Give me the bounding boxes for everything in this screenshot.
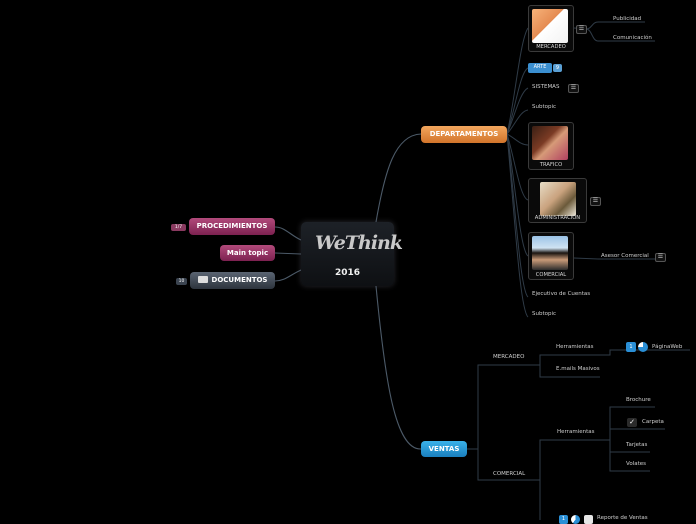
main-topic[interactable]: Main topic [220, 245, 275, 261]
documentos-badge: 10 [176, 278, 187, 285]
comercial-herramientas-label[interactable]: Herramientas [557, 429, 594, 435]
reporte-ventas-label[interactable]: Reporte de Ventas [597, 515, 648, 521]
mercadeo-caption: MERCADEO [536, 44, 566, 50]
sistemas-notes-icon[interactable]: ☰ [568, 84, 579, 93]
ejecutivo-label[interactable]: Ejecutivo de Cuentas [532, 291, 590, 297]
procedimientos-badge: 1/7 [171, 224, 186, 231]
folder-icon [197, 276, 208, 283]
administracion-caption: ADMINISTRACION [534, 215, 581, 221]
comercial-photo [532, 236, 568, 270]
pagina-web-label[interactable]: PáginaWeb [652, 344, 682, 350]
checkmark-icon: ✓ [627, 418, 637, 427]
procedimientos-topic[interactable]: PROCEDIMIENTOS [189, 218, 275, 235]
brochure-label[interactable]: Brochure [626, 397, 651, 403]
publicidad-label[interactable]: Publicidad [613, 16, 641, 22]
documentos-label: DOCUMENTOS [211, 276, 268, 284]
carpeta-label[interactable]: Carpeta [642, 419, 664, 425]
priority-1-icon: 1 [626, 342, 636, 352]
asesor-comercial-label[interactable]: Asesor Comercial [601, 253, 649, 259]
comercial-caption: COMERCIAL [535, 272, 567, 278]
volates-label[interactable]: Volates [626, 461, 646, 467]
arte-badge: 9 [553, 64, 562, 72]
trafico-caption: TRAFICO [539, 162, 563, 168]
subtopic-label-1[interactable]: Subtopic [532, 104, 556, 110]
comunicacion-label[interactable]: Comunicación [613, 35, 652, 41]
sistemas-label[interactable]: SISTEMAS [532, 84, 559, 90]
administracion-photo [540, 182, 576, 216]
progress-pie-icon [638, 342, 648, 352]
documentos-topic[interactable]: DOCUMENTOS [190, 272, 275, 289]
central-topic[interactable]: WeThink 2016 [301, 222, 403, 286]
ventas-topic[interactable]: VENTAS [421, 441, 467, 457]
ventas-comercial-label[interactable]: COMERCIAL [493, 471, 525, 477]
trafico-card[interactable]: TRAFICO [528, 122, 574, 170]
mercadeo-card[interactable]: MERCADEO [528, 5, 574, 52]
wethink-logo: WeThink [315, 232, 403, 254]
mercadeo-herramientas-label[interactable]: Herramientas [556, 344, 593, 350]
administracion-notes-icon[interactable]: ☰ [590, 197, 601, 206]
comercial-card[interactable]: COMERCIAL [528, 232, 574, 280]
administracion-card[interactable]: ADMINISTRACION [528, 178, 587, 223]
subtopic-label-2[interactable]: Subtopic [532, 311, 556, 317]
asesor-notes-icon[interactable]: ☰ [655, 253, 666, 262]
arte-topic[interactable]: ARTE [528, 63, 552, 73]
ventas-mercadeo-label[interactable]: MERCADEO [493, 354, 524, 360]
tarjetas-label[interactable]: Tarjetas [626, 442, 647, 448]
emails-masivos-label[interactable]: E.mails Masivos [556, 366, 600, 372]
mercadeo-notes-icon[interactable]: ☰ [576, 25, 587, 34]
departamentos-topic[interactable]: DEPARTAMENTOS [421, 126, 507, 143]
mercadeo-photo [532, 9, 568, 43]
trafico-photo [532, 126, 568, 160]
central-year: 2016 [334, 268, 361, 278]
